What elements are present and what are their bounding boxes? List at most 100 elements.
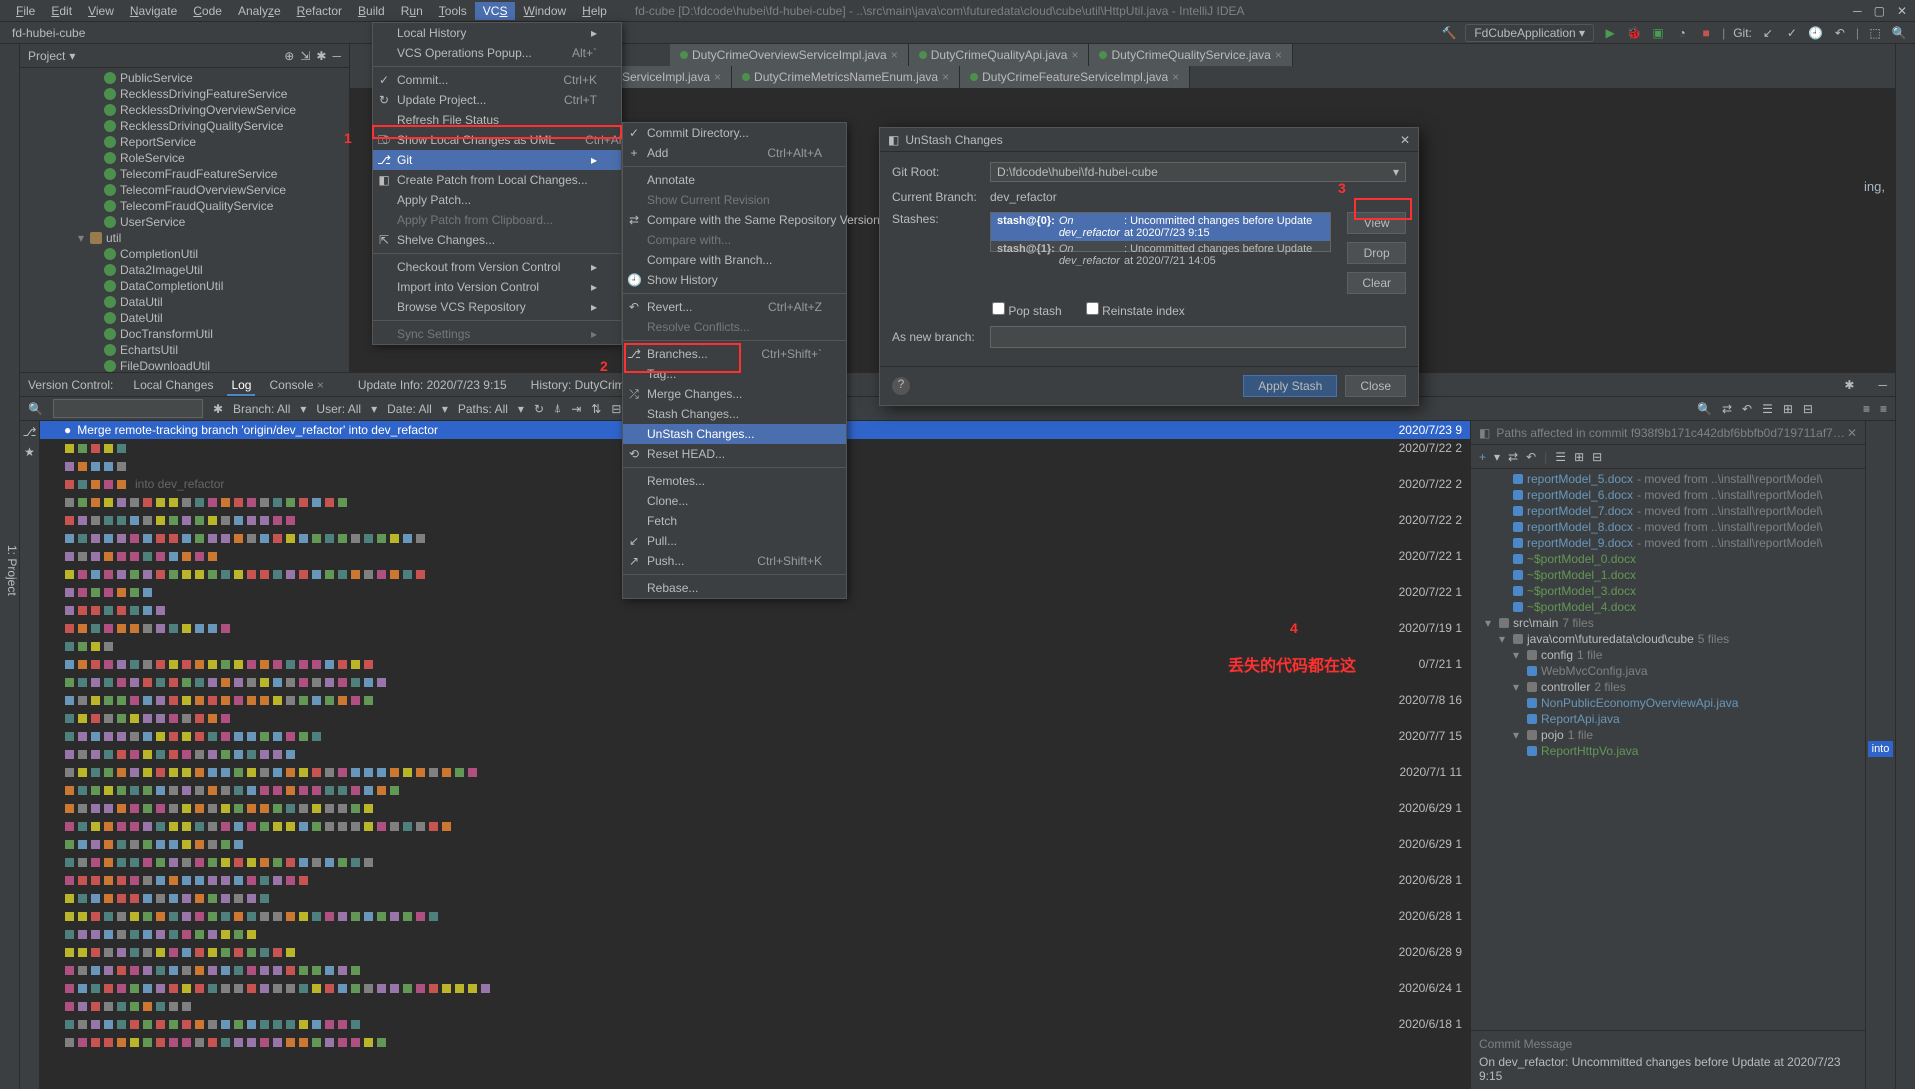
menu-run[interactable]: Run [393, 2, 431, 20]
tree-item[interactable]: ▾util [20, 230, 349, 246]
menu-item[interactable]: Local History▸ [373, 23, 621, 43]
cherry-pick-icon[interactable]: ⍋ [554, 401, 561, 416]
tree-item[interactable]: DocTransformUtil [20, 326, 349, 342]
dialog-close-icon[interactable]: ✕ [1400, 133, 1410, 147]
menu-item[interactable]: ◧Create Patch from Local Changes... [373, 170, 621, 190]
revert-icon[interactable]: ↶ [1526, 450, 1536, 464]
menu-item[interactable]: Fetch [623, 511, 846, 531]
run-icon[interactable]: ▶ [1602, 25, 1618, 41]
project-breadcrumb[interactable]: fd-hubei-cube [8, 26, 85, 40]
minimize-icon[interactable]: ─ [1853, 4, 1862, 18]
menu-item[interactable]: Clone... [623, 491, 846, 511]
menu-item[interactable]: 🕘Show History [623, 270, 846, 290]
branch-filter[interactable]: Branch: All [233, 402, 290, 416]
menu-item[interactable]: Browse VCS Repository▸ [373, 297, 621, 317]
log-search-input[interactable] [53, 399, 203, 418]
project-tool-button[interactable]: 1: Project [5, 545, 19, 596]
changed-file[interactable]: reportModel_8.docx - moved from ..\insta… [1471, 519, 1865, 535]
menu-item[interactable]: VCS Operations Popup...Alt+` [373, 43, 621, 63]
coverage-icon[interactable]: ▣ [1650, 25, 1666, 41]
vcs-menu-popup[interactable]: Local History▸VCS Operations Popup...Alt… [372, 22, 622, 345]
menu-item[interactable]: ↶Revert...Ctrl+Alt+Z [623, 297, 846, 317]
show-diff-icon[interactable]: ⇄ [1722, 402, 1732, 416]
expand-icon[interactable]: ⊞ [1574, 450, 1584, 464]
close-button[interactable]: Close [1345, 375, 1406, 397]
changed-file[interactable]: NonPublicEconomyOverviewApi.java [1471, 695, 1865, 711]
editor-tab[interactable]: DutyCrimeQualityService.java × [1089, 44, 1292, 66]
log-commit-row[interactable]: 2020/6/29 1 [40, 799, 1470, 817]
structure-icon[interactable]: ⬚ [1867, 25, 1883, 41]
dropdown-icon[interactable]: ▾ [69, 49, 75, 63]
git-root-combo[interactable]: D:\fdcode\hubei\fd-hubei-cube▾ [990, 162, 1406, 182]
close-icon[interactable]: ✕ [1847, 426, 1857, 440]
group-icon[interactable]: ☰ [1555, 450, 1566, 464]
help-icon[interactable]: ? [892, 377, 910, 395]
git-revert-icon[interactable]: ↶ [1832, 25, 1848, 41]
search-icon[interactable]: 🔍 [28, 402, 43, 416]
changed-file[interactable]: reportModel_7.docx - moved from ..\insta… [1471, 503, 1865, 519]
menu-item[interactable]: Apply Patch... [373, 190, 621, 210]
git-update-icon[interactable]: ↙ [1760, 25, 1776, 41]
filter-gear-icon[interactable]: ✱ [213, 402, 223, 416]
log-commit-row[interactable]: 2020/6/18 1 [40, 1015, 1470, 1033]
changed-folder[interactable]: ▾java\com\futuredata\cloud\cube 5 files [1471, 631, 1865, 647]
changes-tree[interactable]: reportModel_5.docx - moved from ..\insta… [1471, 469, 1865, 1030]
menu-file[interactable]: File [8, 2, 43, 20]
log-commit-row[interactable]: 2020/6/28 1 [40, 907, 1470, 925]
tree-item[interactable]: TelecomFraudQualityService [20, 198, 349, 214]
refresh-icon[interactable]: ↻ [534, 402, 544, 416]
menu-item[interactable]: ⎄Show Local Changes as UMLCtrl+Alt+Shift… [373, 130, 621, 150]
tree-item[interactable]: DataUtil [20, 294, 349, 310]
changed-file[interactable]: reportModel_9.docx - moved from ..\insta… [1471, 535, 1865, 551]
editor-tab[interactable]: DutyCrimeOverviewServiceImpl.java × [670, 44, 909, 66]
menu-code[interactable]: Code [185, 2, 230, 20]
changed-file[interactable]: WebMvcConfig.java [1471, 663, 1865, 679]
goto-badge[interactable]: into [1868, 741, 1894, 757]
log-commit-row[interactable]: 2020/7/1 11 [40, 763, 1470, 781]
changed-file[interactable]: ~$portModel_3.docx [1471, 583, 1865, 599]
vc-tab-local-changes[interactable]: Local Changes [129, 376, 217, 394]
hide-icon[interactable]: ─ [1878, 378, 1887, 392]
menu-item[interactable]: ↗Push...Ctrl+Shift+K [623, 551, 846, 571]
next-change-icon[interactable]: ≡ [1880, 402, 1887, 416]
editor-tab[interactable]: DutyCrimeFeatureServiceImpl.java × [960, 66, 1190, 88]
tree-item[interactable]: Data2ImageUtil [20, 262, 349, 278]
changed-file[interactable]: ReportHttpVo.java [1471, 743, 1865, 759]
log-commit-row[interactable]: 2020/6/29 1 [40, 835, 1470, 853]
search-icon[interactable]: 🔍 [1697, 402, 1712, 416]
stash-item[interactable]: stash@{1}: On dev_refactor: Uncommitted … [991, 241, 1330, 269]
changed-folder[interactable]: ▾controller 2 files [1471, 679, 1865, 695]
pop-stash-checkbox[interactable]: Pop stash [992, 302, 1062, 318]
git-submenu-popup[interactable]: ✓Commit Directory...+AddCtrl+Alt+AAnnota… [622, 122, 847, 599]
tree-item[interactable]: TelecomFraudFeatureService [20, 166, 349, 182]
close-icon[interactable]: ✕ [1897, 4, 1907, 18]
tree-item[interactable]: TelecomFraudOverviewService [20, 182, 349, 198]
menu-navigate[interactable]: Navigate [122, 2, 185, 20]
gear-icon[interactable]: ✱ [316, 49, 326, 63]
menu-item[interactable]: ✓Commit...Ctrl+K [373, 70, 621, 90]
gear-icon[interactable]: ✱ [1844, 378, 1854, 392]
tree-item[interactable]: RoleService [20, 150, 349, 166]
git-commit-icon[interactable]: ✓ [1784, 25, 1800, 41]
menu-item[interactable]: ↙Pull... [623, 531, 846, 551]
intellisort-icon[interactable]: ⇅ [591, 402, 601, 416]
debug-icon[interactable]: 🐞 [1626, 25, 1642, 41]
vc-tab-log[interactable]: Log [227, 376, 255, 396]
menu-refactor[interactable]: Refactor [289, 2, 350, 20]
changed-file[interactable]: ReportApi.java [1471, 711, 1865, 727]
hide-icon[interactable]: ─ [332, 49, 341, 63]
clear-button[interactable]: Clear [1347, 272, 1406, 294]
tree-item[interactable]: DataCompletionUtil [20, 278, 349, 294]
collapse-icon[interactable]: ⇲ [300, 49, 310, 63]
editor-tab[interactable]: DutyCrimeMetricsNameEnum.java × [732, 66, 960, 88]
tree-item[interactable]: CompletionUtil [20, 246, 349, 262]
menu-analyze[interactable]: Analyze [230, 2, 289, 20]
menu-item[interactable]: Tag... [623, 364, 846, 384]
menu-item[interactable]: ⇱Shelve Changes... [373, 230, 621, 250]
tree-item[interactable]: ReportService [20, 134, 349, 150]
tree-item[interactable]: PublicService [20, 70, 349, 86]
tree-item[interactable]: RecklessDrivingFeatureService [20, 86, 349, 102]
profile-icon[interactable]: ◔ [1674, 25, 1690, 41]
tree-item[interactable]: EchartsUtil [20, 342, 349, 358]
goto-hash-icon[interactable]: ⇥ [571, 402, 581, 416]
